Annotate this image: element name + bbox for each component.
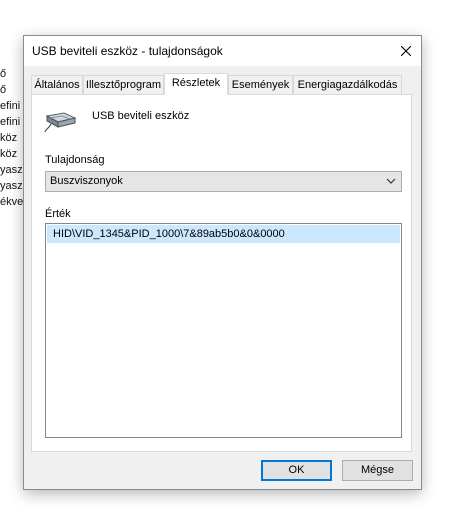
ok-button[interactable]: OK <box>261 460 332 481</box>
background-text: efini <box>0 100 21 112</box>
cancel-button[interactable]: Mégse <box>342 460 413 481</box>
title-bar[interactable]: USB beviteli eszköz - tulajdonságok <box>24 36 421 66</box>
value-label: Érték <box>45 208 71 220</box>
list-item[interactable]: HID\VID_1345&PID_1000\7&89ab5b0&0&0000 <box>47 225 400 243</box>
background-text: yasz <box>0 180 23 192</box>
tab-driver[interactable]: Illesztőprogram <box>83 75 164 94</box>
background-window-list: ő ő efini efini köz köz yasz yasz ékve <box>0 66 24 210</box>
background-text: köz <box>0 148 18 160</box>
usb-input-device-icon <box>44 112 77 133</box>
tab-power-management[interactable]: Energiagazdálkodás <box>293 75 402 94</box>
chevron-down-icon <box>386 178 396 184</box>
close-icon <box>401 46 411 56</box>
tab-events[interactable]: Események <box>228 75 293 94</box>
device-name: USB beviteli eszköz <box>92 110 190 122</box>
close-button[interactable] <box>393 39 419 63</box>
background-text: ő <box>0 84 7 96</box>
dialog-title: USB beviteli eszköz - tulajdonságok <box>32 44 223 58</box>
tab-details[interactable]: Részletek <box>164 73 228 95</box>
tab-general[interactable]: Általános <box>31 75 83 94</box>
property-selected-value: Buszviszonyok <box>50 175 123 187</box>
background-text: efini <box>0 116 21 128</box>
value-listbox[interactable]: HID\VID_1345&PID_1000\7&89ab5b0&0&0000 <box>45 223 402 438</box>
property-dropdown[interactable]: Buszviszonyok <box>45 171 402 192</box>
background-text: ő <box>0 68 7 80</box>
background-text: ékve <box>0 196 24 208</box>
background-text: yasz <box>0 164 23 176</box>
background-text: köz <box>0 132 18 144</box>
property-label: Tulajdonság <box>45 154 105 166</box>
properties-dialog: USB beviteli eszköz - tulajdonságok Álta… <box>23 35 422 490</box>
details-panel: USB beviteli eszköz Tulajdonság Buszvisz… <box>31 94 412 452</box>
